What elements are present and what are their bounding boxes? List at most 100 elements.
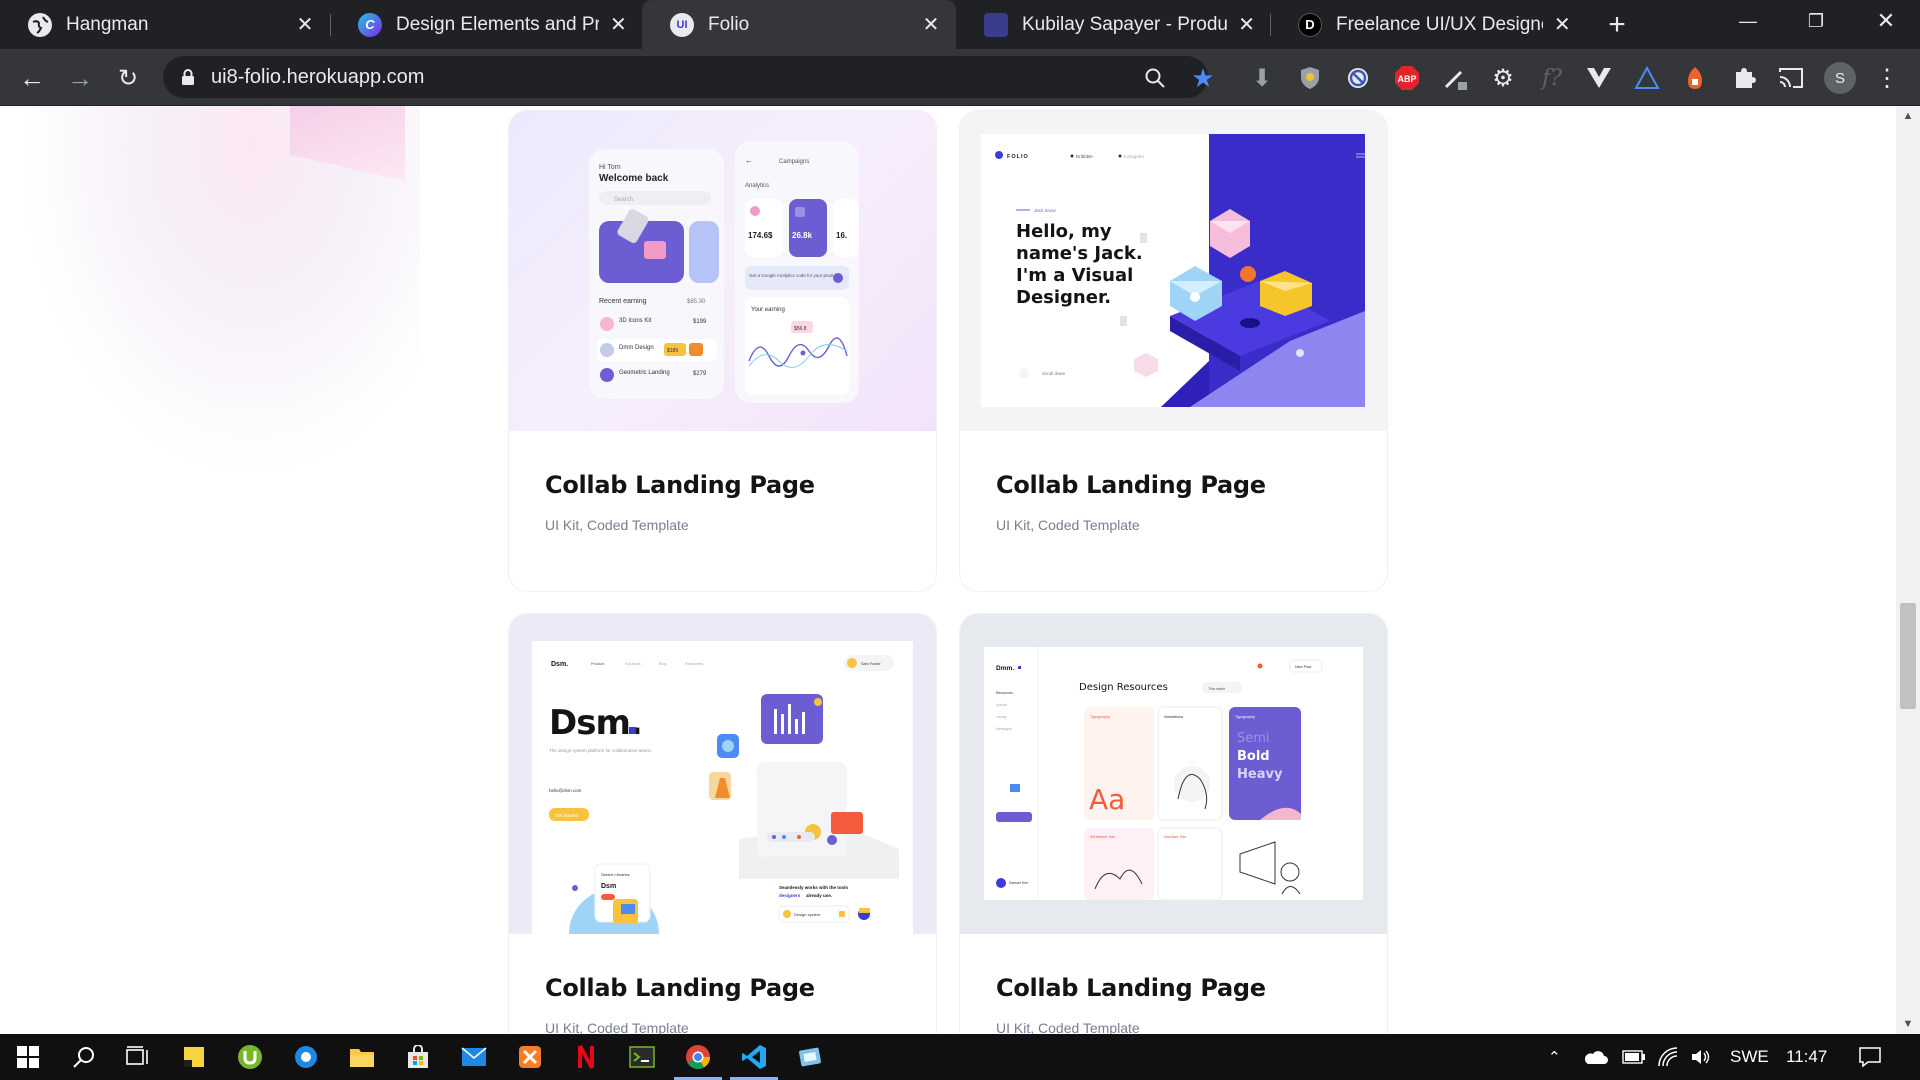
svg-text:This week: This week — [1208, 687, 1225, 691]
terminal-icon[interactable] — [614, 1034, 670, 1080]
restore-button[interactable]: ❐ — [1782, 0, 1850, 42]
svg-text:Hi Tom: Hi Tom — [599, 164, 621, 171]
card-title[interactable]: Collab Landing Page — [996, 471, 1266, 499]
onedrive-icon[interactable] — [1582, 1034, 1608, 1080]
tab-design-elements[interactable]: C Design Elements and Princi ✕ — [330, 0, 642, 49]
sticky-notes-icon[interactable] — [166, 1034, 222, 1080]
scroll-down-arrow-icon[interactable]: ▼ — [1896, 1014, 1920, 1034]
zoom-icon[interactable] — [1142, 65, 1168, 91]
project-thumbnail: Dmm. Resources Upload Library Messages S… — [960, 614, 1387, 934]
profile-avatar[interactable]: S — [1824, 62, 1856, 94]
address-bar[interactable]: ui8-folio.herokuapp.com — [163, 56, 1208, 98]
battery-icon[interactable] — [1622, 1034, 1646, 1080]
chrome-icon[interactable] — [670, 1034, 726, 1080]
svg-text:Design system: Design system — [794, 912, 821, 917]
show-hidden-icons-icon[interactable]: ⌃ — [1548, 1034, 1561, 1080]
netflix-icon[interactable] — [558, 1034, 614, 1080]
svg-text:Your earning: Your earning — [751, 307, 785, 313]
svg-text:Design Resources: Design Resources — [1079, 682, 1168, 693]
abp-icon[interactable]: ABP — [1394, 65, 1420, 91]
wifi-icon[interactable] — [1657, 1034, 1679, 1080]
project-card[interactable]: Dmm. Resources Upload Library Messages S… — [960, 614, 1387, 1034]
page-scrollbar[interactable]: ▲ ▼ — [1896, 106, 1920, 1034]
svg-text:Dsm.: Dsm. — [551, 661, 568, 668]
clock[interactable]: 11:47 — [1786, 1034, 1827, 1080]
project-thumbnail: FOLIO Dribbble Instagram Jack Snow Hello… — [960, 111, 1387, 431]
close-icon[interactable]: ✕ — [609, 12, 628, 37]
task-view-icon[interactable] — [110, 1034, 166, 1080]
shield-icon[interactable] — [1297, 65, 1323, 91]
file-explorer-icon[interactable] — [334, 1034, 390, 1080]
svg-text:Library: Library — [996, 715, 1007, 719]
pen-icon[interactable] — [1443, 65, 1469, 91]
globe-icon — [28, 12, 52, 37]
volume-icon[interactable] — [1690, 1034, 1712, 1080]
forward-button[interactable]: → — [62, 60, 98, 96]
svg-text:Product: Product — [591, 662, 605, 666]
svg-text:Recent earning: Recent earning — [599, 298, 647, 305]
svg-text:Interface Kits: Interface Kits — [1164, 835, 1186, 839]
svg-text:Typography: Typography — [1235, 715, 1255, 719]
bookmark-star-icon[interactable]: ★ — [1190, 63, 1216, 93]
project-card[interactable]: Dsm. Product Solutions Blog Resources Sa… — [509, 614, 936, 1034]
card-title[interactable]: Collab Landing Page — [545, 471, 815, 499]
close-window-button[interactable]: ✕ — [1852, 0, 1920, 42]
svg-text:174.6$: 174.6$ — [748, 231, 773, 240]
card-subtitle: UI Kit, Coded Template — [996, 517, 1140, 533]
card-title[interactable]: Collab Landing Page — [545, 974, 815, 1002]
triangle-icon[interactable] — [1634, 65, 1660, 91]
fox-icon[interactable] — [1682, 65, 1708, 91]
store-icon[interactable] — [390, 1034, 446, 1080]
tab-folio[interactable]: UI Folio ✕ — [642, 0, 956, 49]
scrollbar-thumb[interactable] — [1900, 603, 1916, 709]
app-icon[interactable] — [278, 1034, 334, 1080]
search-icon[interactable] — [56, 1034, 112, 1080]
card-subtitle: UI Kit, Coded Template — [545, 1020, 689, 1034]
svg-text:Heavy: Heavy — [1237, 767, 1283, 782]
tab-hangman[interactable]: Hangman ✕ — [0, 0, 330, 49]
svg-text:Blog: Blog — [659, 662, 667, 666]
vscode-icon[interactable] — [726, 1034, 782, 1080]
close-icon[interactable]: ✕ — [1553, 12, 1572, 37]
download-icon[interactable]: ⬇ — [1249, 65, 1275, 92]
svg-text:The design system platform for: The design system platform for collabora… — [549, 748, 652, 753]
project-card[interactable]: FOLIO Dribbble Instagram Jack Snow Hello… — [960, 111, 1387, 591]
new-tab-button[interactable]: + — [1600, 8, 1634, 42]
puzzle-icon[interactable] — [1731, 65, 1757, 91]
back-button[interactable]: ← — [14, 60, 50, 96]
tab-kubilay[interactable]: Kubilay Sapayer - Product D ✕ — [956, 0, 1270, 49]
canva-icon: C — [358, 12, 382, 37]
tab-freelance[interactable]: D Freelance UI/UX Designer - ✕ — [1270, 0, 1586, 49]
svg-text:16.: 16. — [836, 231, 847, 240]
vue-icon[interactable] — [1586, 65, 1612, 91]
svg-text:already use.: already use. — [806, 893, 832, 898]
tab-title: Kubilay Sapayer - Product D — [1022, 13, 1228, 35]
scroll-up-arrow-icon[interactable]: ▲ — [1896, 106, 1920, 126]
formula-icon[interactable]: f? — [1539, 65, 1565, 91]
block-icon[interactable] — [1345, 65, 1371, 91]
svg-text:Dsm.: Dsm. — [549, 703, 642, 743]
svg-text:Messages: Messages — [996, 727, 1012, 731]
svg-text:Scroll down: Scroll down — [1042, 371, 1066, 376]
svg-text:Aa: Aa — [1089, 783, 1125, 816]
windows-start-icon[interactable] — [0, 1034, 56, 1080]
close-icon[interactable]: ✕ — [294, 12, 316, 37]
dribbble-icon — [984, 12, 1008, 37]
xampp-icon[interactable] — [502, 1034, 558, 1080]
language-indicator[interactable]: SWE — [1730, 1034, 1769, 1080]
close-icon[interactable]: ✕ — [1237, 12, 1256, 37]
project-card[interactable]: Hi Tom Welcome back Search Recent earnin… — [509, 111, 936, 591]
tab-title: Folio — [708, 13, 750, 35]
utorrent-icon[interactable] — [222, 1034, 278, 1080]
app2-icon[interactable] — [782, 1034, 838, 1080]
menu-kebab-icon[interactable]: ⋮ — [1874, 65, 1900, 92]
card-title[interactable]: Collab Landing Page — [996, 974, 1266, 1002]
cast-icon[interactable] — [1778, 65, 1804, 91]
minimize-button[interactable]: — — [1714, 0, 1782, 42]
action-center-icon[interactable] — [1858, 1034, 1882, 1080]
gear-icon[interactable]: ⚙ — [1490, 65, 1516, 92]
reload-button[interactable]: ↻ — [110, 60, 146, 96]
svg-text:Wireframe Kits: Wireframe Kits — [1090, 835, 1115, 839]
mail-icon[interactable] — [446, 1034, 502, 1080]
close-icon[interactable]: ✕ — [920, 12, 942, 37]
